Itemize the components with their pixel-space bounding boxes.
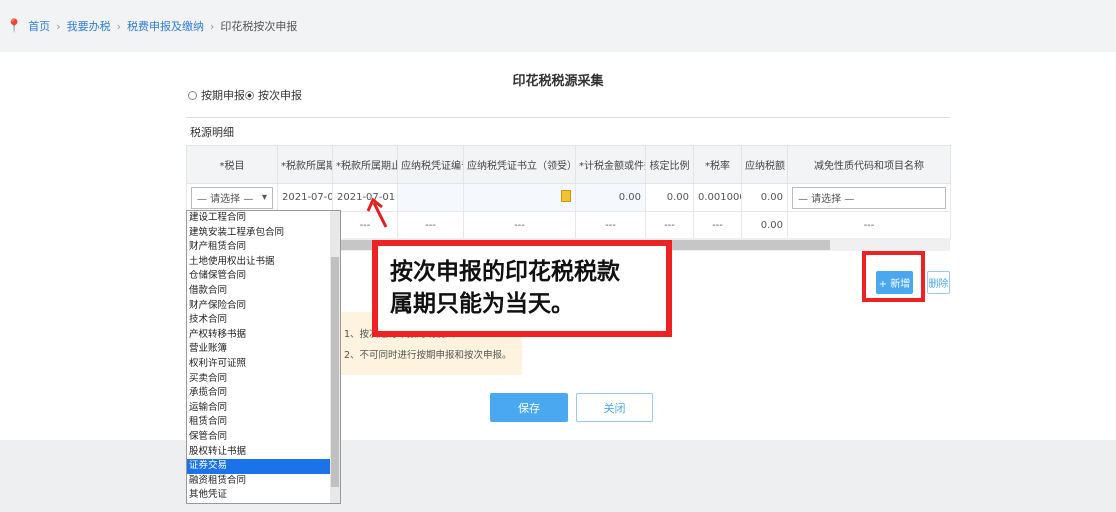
dropdown-option[interactable]: 融资租赁合同: [187, 474, 330, 489]
divider: [186, 117, 950, 118]
dropdown-option[interactable]: 运输合同: [187, 401, 330, 416]
dropdown-option[interactable]: 建设工程合同: [187, 211, 330, 226]
breadcrumb-separator: ›: [56, 19, 61, 33]
amount-input[interactable]: 0.00: [575, 183, 646, 212]
annotation-line: 按次申报的印花税税款: [390, 259, 620, 285]
table-header: *税目 *税款所属期起 *税款所属期止 应纳税凭证编号 应纳税凭证书立（领受）日…: [186, 145, 951, 184]
page-title: 印花税税源采集: [512, 74, 604, 89]
caret-down-icon: ▾: [261, 192, 267, 203]
dropdown-option[interactable]: 建筑安装工程承包合同: [187, 226, 330, 241]
cell: ---: [575, 211, 646, 240]
header-period-end: *税款所属期止: [332, 145, 398, 184]
header-period-start: *税款所属期起: [277, 145, 333, 184]
voucher-no-input[interactable]: [397, 183, 464, 212]
annotation-line: 属期只能为当天。: [390, 291, 574, 317]
radio-button[interactable]: [188, 90, 197, 100]
header-voucher-no: 应纳税凭证编号: [397, 145, 464, 184]
scrollbar-thumb[interactable]: [331, 257, 339, 487]
dropdown-option[interactable]: 财产保险合同: [187, 299, 330, 314]
cell: ---: [397, 211, 464, 240]
red-arrow-icon: [366, 197, 388, 228]
radio-label: 按期申报: [201, 89, 245, 102]
dropdown-option[interactable]: 仓储保管合同: [187, 269, 330, 284]
header-relief: 减免性质代码和项目名称: [787, 145, 951, 184]
breadcrumb-home[interactable]: 首页: [28, 18, 50, 34]
dropdown-option[interactable]: 财产租赁合同: [187, 240, 330, 255]
breadcrumb-tax-office[interactable]: 我要办税: [67, 18, 111, 34]
header-tax: 应纳税额: [741, 145, 788, 184]
cell: ---: [645, 211, 694, 240]
tax-total: 0.00: [741, 211, 788, 240]
calendar-icon[interactable]: [561, 190, 571, 202]
close-button[interactable]: 关闭: [576, 393, 653, 422]
cell: ---: [463, 211, 576, 240]
period-start-input[interactable]: 2021-07-01: [277, 183, 333, 212]
table-row: — 请选择 —▾ 2021-07-01 2021-07-01 0.00 0.00…: [186, 183, 951, 212]
dropdown-option[interactable]: 借款合同: [187, 284, 330, 299]
radio-button[interactable]: [245, 90, 254, 100]
breadcrumb-separator: ›: [210, 19, 215, 33]
header-amount: *计税金额或件数: [575, 145, 646, 184]
dropdown-option[interactable]: 承揽合同: [187, 386, 330, 401]
ratio-value: 0.00: [645, 183, 694, 212]
item-select-value: — 请选择 —: [197, 194, 254, 205]
item-select[interactable]: — 请选择 — ▾: [191, 186, 273, 209]
tax-value: 0.00: [741, 183, 788, 212]
add-button[interactable]: + 新增: [876, 271, 913, 294]
dropdown-option[interactable]: 其他凭证: [187, 488, 330, 503]
location-pin-icon: 📍: [6, 18, 23, 34]
dropdown-option[interactable]: 技术合同: [187, 313, 330, 328]
relief-select[interactable]: — 请选择 —: [792, 186, 946, 209]
sign-date-input[interactable]: [463, 183, 576, 212]
annotation-callout: 按次申报的印花税税款 属期只能为当天。: [372, 240, 672, 337]
breadcrumb-declaration[interactable]: 税费申报及缴纳: [127, 18, 204, 34]
header-item: *税目: [186, 145, 278, 184]
breadcrumb-current: 印花税按次申报: [220, 20, 298, 33]
breadcrumb: 📍 首页 › 我要办税 › 税费申报及缴纳 › 印花税按次申报: [0, 0, 1116, 52]
radio-per-transaction[interactable]: 按次申报: [245, 87, 302, 103]
dropdown-option[interactable]: 保管合同: [187, 430, 330, 445]
dropdown-option[interactable]: 产权转移书据: [187, 328, 330, 343]
dropdown-option[interactable]: 营业账簿: [187, 342, 330, 357]
delete-button[interactable]: 删除: [927, 271, 950, 294]
breadcrumb-separator: ›: [116, 19, 121, 33]
dropdown-option[interactable]: 土地使用权出让书据: [187, 255, 330, 270]
cell: ---: [787, 211, 951, 240]
dropdown-option[interactable]: 股权转让书据: [187, 445, 330, 460]
vertical-scrollbar[interactable]: [330, 211, 340, 503]
dropdown-option[interactable]: 证券交易: [187, 459, 330, 474]
dropdown-option[interactable]: 权利许可证照: [187, 357, 330, 372]
save-button[interactable]: 保存: [490, 393, 568, 422]
header-ratio: 核定比例: [645, 145, 694, 184]
cell: ---: [693, 211, 742, 240]
header-rate: *税率: [693, 145, 742, 184]
dropdown-option[interactable]: 买卖合同: [187, 372, 330, 387]
header-sign-date: 应纳税凭证书立（领受）日期: [463, 145, 576, 184]
relief-select-value: — 请选择 —: [798, 194, 855, 205]
notice-line: 2、不可同时进行按期申报和按次申报。: [344, 350, 512, 361]
relief-select-cell[interactable]: — 请选择 —: [787, 183, 951, 212]
item-dropdown-list[interactable]: 建设工程合同 建筑安装工程承包合同 财产租赁合同 土地使用权出让书据 仓储保管合同 借款合…: [186, 210, 341, 504]
dropdown-option[interactable]: 租赁合同: [187, 415, 330, 430]
radio-periodic[interactable]: 按期申报: [188, 87, 245, 103]
radio-label: 按次申报: [258, 89, 302, 102]
rate-value: 0.001000: [693, 183, 742, 212]
section-title: 税源明细: [190, 126, 234, 139]
item-select-cell[interactable]: — 请选择 — ▾: [186, 183, 278, 212]
